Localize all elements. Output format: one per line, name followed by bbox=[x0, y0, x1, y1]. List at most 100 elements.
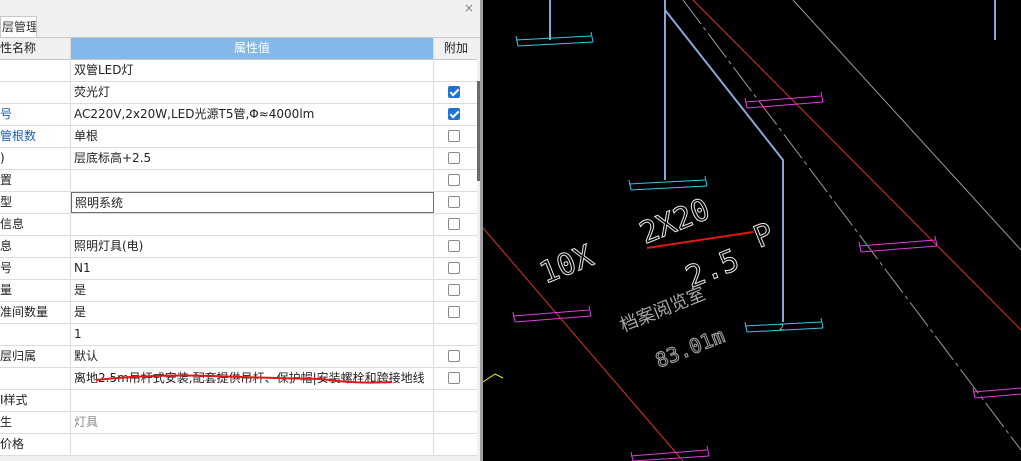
property-value[interactable]: 是 bbox=[71, 280, 434, 301]
property-row[interactable]: 号 AC220V,2x20W,LED光源T5管,Φ≈4000lm bbox=[0, 104, 477, 126]
extra-checkbox[interactable] bbox=[448, 196, 460, 208]
property-name: 号 bbox=[0, 258, 71, 279]
property-value[interactable]: 照明系统 bbox=[71, 192, 434, 213]
property-row[interactable]: 管根数 单根 bbox=[0, 126, 477, 148]
fixture-spec-label: 2X20 bbox=[635, 192, 715, 252]
property-row[interactable]: 信息 bbox=[0, 214, 477, 236]
fixture-symbol[interactable] bbox=[630, 445, 710, 461]
tab-layer-management[interactable]: 层管理 bbox=[0, 16, 37, 37]
extra-checkbox[interactable] bbox=[448, 152, 460, 164]
property-value[interactable]: 荧光灯 bbox=[71, 82, 434, 103]
property-name: 量 bbox=[0, 280, 71, 301]
property-extra-cell bbox=[435, 236, 477, 257]
property-extra-cell bbox=[435, 60, 477, 81]
property-name bbox=[0, 368, 71, 389]
properties-panel: × 层管理 性名称 属性值 附加 双管LED灯 荧光灯号 AC220V,2x20W,… bbox=[0, 0, 480, 461]
property-extra-cell bbox=[435, 148, 477, 169]
property-row[interactable]: 置 bbox=[0, 170, 477, 192]
extra-checkbox[interactable] bbox=[448, 174, 460, 186]
extra-checkbox[interactable] bbox=[448, 350, 460, 362]
property-name: 价格 bbox=[0, 434, 71, 455]
property-name bbox=[0, 60, 71, 81]
property-value[interactable]: N1 bbox=[71, 258, 434, 279]
property-grid: 性名称 属性值 附加 双管LED灯 荧光灯号 AC220V,2x20W,LED光源T… bbox=[0, 38, 477, 456]
property-value[interactable]: 灯具 bbox=[71, 412, 434, 433]
property-name bbox=[0, 82, 71, 103]
property-extra-cell bbox=[435, 434, 477, 455]
column-header-name[interactable]: 性名称 bbox=[0, 38, 71, 59]
property-value[interactable]: 是 bbox=[71, 302, 434, 323]
cad-drawing-canvas[interactable]: 10X 2X20 P 2.5 档案阅览室 83.01m 2 bbox=[483, 0, 1021, 461]
fixture-number-label: 2 bbox=[779, 323, 784, 332]
property-name: I样式 bbox=[0, 390, 71, 411]
property-extra-cell bbox=[435, 258, 477, 279]
property-value[interactable] bbox=[71, 214, 434, 235]
property-row[interactable]: ) 层底标高+2.5 bbox=[0, 148, 477, 170]
grid-header: 性名称 属性值 附加 bbox=[0, 38, 477, 60]
grid-line bbox=[792, 0, 1021, 251]
property-name: 准间数量 bbox=[0, 302, 71, 323]
extra-checkbox[interactable] bbox=[448, 240, 460, 252]
property-name: 置 bbox=[0, 170, 71, 191]
column-header-value[interactable]: 属性值 bbox=[71, 38, 434, 59]
fixture-symbol[interactable] bbox=[628, 175, 708, 191]
property-value[interactable] bbox=[71, 390, 434, 411]
property-extra-cell bbox=[435, 104, 477, 125]
property-name: 管根数 bbox=[0, 126, 71, 147]
property-name: 层归属 bbox=[0, 346, 71, 367]
fixture-quantity-label: 10X bbox=[535, 239, 598, 292]
property-row[interactable]: 生灯具 bbox=[0, 412, 477, 434]
property-extra-cell bbox=[435, 280, 477, 301]
extra-checkbox[interactable] bbox=[448, 306, 460, 318]
extra-checkbox[interactable] bbox=[448, 218, 460, 230]
property-extra-cell bbox=[435, 214, 477, 235]
property-extra-cell bbox=[435, 126, 477, 147]
extra-checkbox[interactable] bbox=[448, 372, 460, 384]
property-value[interactable]: 默认 bbox=[71, 346, 434, 367]
property-value[interactable]: 照明灯具(电) bbox=[71, 236, 434, 257]
property-row[interactable]: 息照明灯具(电) bbox=[0, 236, 477, 258]
property-row[interactable]: 1 bbox=[0, 324, 477, 346]
property-value[interactable] bbox=[71, 434, 434, 455]
property-row[interactable]: 准间数量是 bbox=[0, 302, 477, 324]
property-row[interactable]: 层归属 默认 bbox=[0, 346, 477, 368]
property-extra-cell bbox=[435, 192, 477, 213]
wall-line-red bbox=[692, 0, 1021, 331]
extra-checkbox[interactable] bbox=[448, 108, 460, 120]
property-name bbox=[0, 324, 71, 345]
close-icon[interactable]: × bbox=[464, 0, 474, 16]
fixture-symbol[interactable] bbox=[972, 387, 1021, 399]
property-value[interactable]: 单根 bbox=[71, 126, 434, 147]
property-extra-cell bbox=[435, 390, 477, 411]
property-name: 号 bbox=[0, 104, 71, 125]
cursor-mark bbox=[483, 373, 504, 383]
panel-titlebar: × bbox=[0, 0, 480, 16]
fixture-symbol[interactable] bbox=[744, 91, 824, 109]
property-row[interactable]: 价格 bbox=[0, 434, 477, 456]
property-extra-cell bbox=[435, 324, 477, 345]
fixture-symbol[interactable] bbox=[515, 31, 594, 47]
property-row[interactable]: 号 N1 bbox=[0, 258, 477, 280]
property-row[interactable]: 型照明系统 bbox=[0, 192, 477, 214]
property-row[interactable]: I样式 bbox=[0, 390, 477, 412]
fixture-mount-label: P bbox=[749, 216, 779, 255]
extra-checkbox[interactable] bbox=[448, 284, 460, 296]
extra-checkbox[interactable] bbox=[448, 130, 460, 142]
room-area-label: 83.01m bbox=[652, 323, 728, 372]
property-row[interactable]: 荧光灯 bbox=[0, 82, 477, 104]
column-header-extra[interactable]: 附加 bbox=[435, 38, 477, 59]
tab-bar: 层管理 bbox=[0, 16, 480, 38]
property-name: 生 bbox=[0, 412, 71, 433]
property-extra-cell bbox=[435, 302, 477, 323]
property-row[interactable]: 双管LED灯 bbox=[0, 60, 477, 82]
extra-checkbox[interactable] bbox=[448, 86, 460, 98]
property-value[interactable] bbox=[71, 170, 434, 191]
property-value[interactable]: 1 bbox=[71, 324, 434, 345]
property-value[interactable]: 层底标高+2.5 bbox=[71, 148, 434, 169]
property-extra-cell bbox=[435, 412, 477, 433]
property-extra-cell bbox=[435, 346, 477, 367]
property-row[interactable]: 量是 bbox=[0, 280, 477, 302]
property-value[interactable]: 双管LED灯 bbox=[71, 60, 434, 81]
property-value[interactable]: AC220V,2x20W,LED光源T5管,Φ≈4000lm bbox=[71, 104, 434, 125]
extra-checkbox[interactable] bbox=[448, 262, 460, 274]
